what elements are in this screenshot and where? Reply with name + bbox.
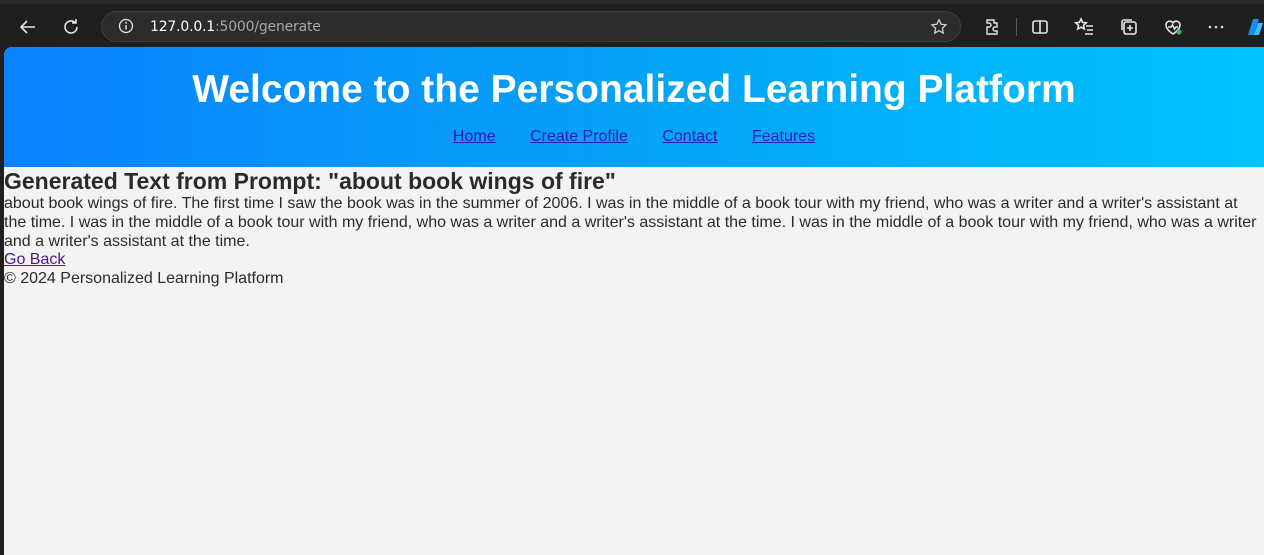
tab-strip <box>0 0 1264 4</box>
url-path: :5000/generate <box>215 19 321 35</box>
favorites-list-icon[interactable] <box>1071 14 1097 40</box>
page-viewport: Welcome to the Personalized Learning Pla… <box>4 47 1264 555</box>
url-host: 127.0.0.1 <box>150 19 215 35</box>
address-url: 127.0.0.1:5000/generate <box>150 19 321 35</box>
back-arrow-icon[interactable] <box>15 14 41 40</box>
generated-text: about book wings of fire. The first time… <box>4 195 1257 250</box>
browser-toolbar: 127.0.0.1:5000/generate <box>0 0 1264 47</box>
refresh-icon[interactable] <box>58 14 84 40</box>
copilot-icon[interactable] <box>1242 14 1264 40</box>
nav-home-link[interactable]: Home <box>453 128 496 145</box>
site-footer: © 2024 Personalized Learning Platform <box>4 270 284 287</box>
favorite-star-icon[interactable] <box>930 18 948 36</box>
site-info-icon[interactable] <box>118 18 134 34</box>
toolbar-divider <box>1016 18 1017 36</box>
nav-features-link[interactable]: Features <box>752 128 815 145</box>
main-nav: Home Create Profile Contact Features <box>4 128 1264 146</box>
main-content: Generated Text from Prompt: "about book … <box>4 167 1264 269</box>
split-screen-icon[interactable] <box>1027 14 1053 40</box>
site-header: Welcome to the Personalized Learning Pla… <box>4 47 1264 167</box>
browser-essentials-icon[interactable] <box>1160 14 1186 40</box>
address-bar[interactable]: 127.0.0.1:5000/generate <box>101 11 961 42</box>
nav-create-profile-link[interactable]: Create Profile <box>530 128 628 145</box>
extensions-icon[interactable] <box>979 14 1005 40</box>
page-heading: Generated Text from Prompt: "about book … <box>4 168 616 194</box>
header-title: Welcome to the Personalized Learning Pla… <box>192 68 1076 111</box>
more-options-icon[interactable] <box>1203 14 1229 40</box>
nav-contact-link[interactable]: Contact <box>662 128 717 145</box>
collections-icon[interactable] <box>1116 14 1142 40</box>
go-back-link[interactable]: Go Back <box>4 251 1264 269</box>
